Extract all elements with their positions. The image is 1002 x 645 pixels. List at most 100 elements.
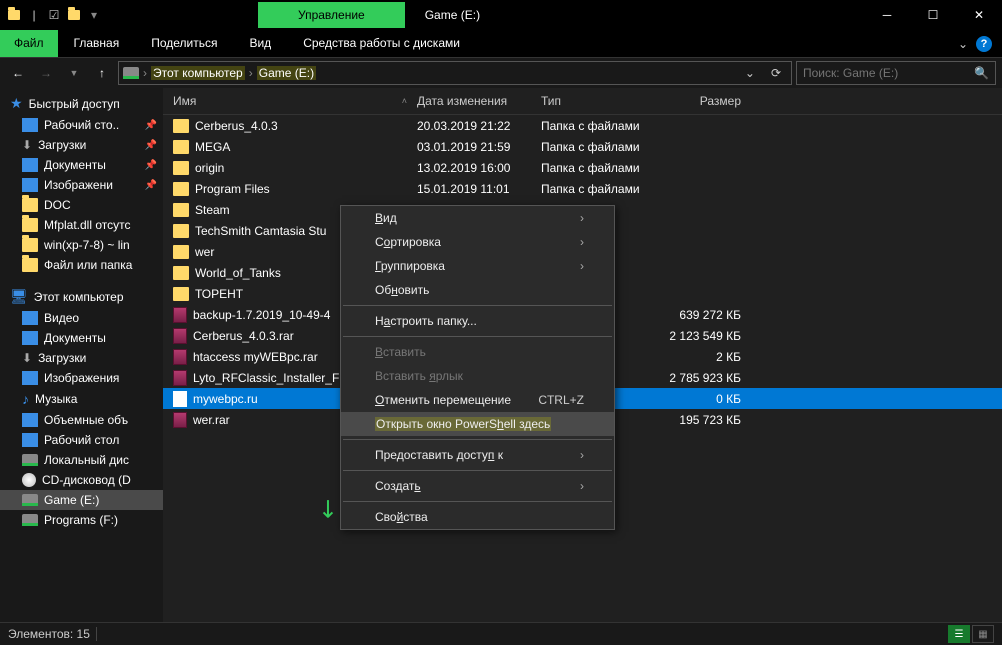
sidebar-item[interactable]: CD-дисковод (D (0, 470, 163, 490)
sidebar-item[interactable]: Изображени📌 (0, 175, 163, 195)
file-date: 13.02.2019 16:00 (417, 161, 541, 175)
forward-button[interactable]: → (34, 61, 58, 85)
sidebar-item[interactable]: Изображения (0, 368, 163, 388)
recent-locations[interactable]: ▼ (62, 61, 86, 85)
folder-icon (173, 140, 189, 154)
file-row[interactable]: Program Files 15.01.2019 11:01 Папка с ф… (163, 178, 1002, 199)
file-size: 195 723 КБ (661, 413, 741, 427)
context-menu-item[interactable]: Обновить (341, 278, 614, 302)
column-size[interactable]: Размер (661, 94, 741, 108)
sidebar-item[interactable]: Рабочий сто..📌 (0, 115, 163, 135)
sidebar-item-label: Локальный дис (44, 453, 129, 467)
sidebar-item[interactable]: ⬇Загрузки (0, 348, 163, 368)
chevron-right-icon: › (580, 211, 584, 225)
details-view-button[interactable]: ☰ (948, 625, 970, 643)
search-input[interactable] (803, 66, 974, 80)
context-menu-item[interactable]: Группировка › (341, 254, 614, 278)
breadcrumb-current[interactable]: Game (E:) (257, 66, 316, 80)
column-type[interactable]: Тип (541, 94, 661, 108)
menu-separator (343, 305, 612, 306)
context-menu: Вид › Сортировка › Группировка › Обновит… (340, 205, 615, 530)
chevron-right-icon[interactable]: › (143, 66, 147, 80)
sidebar-item[interactable]: ⬇Загрузки📌 (0, 135, 163, 155)
context-menu-item[interactable]: Вид › (341, 206, 614, 230)
sidebar-item[interactable]: Документы (0, 328, 163, 348)
sidebar-quick-access[interactable]: ★ Быстрый доступ (0, 92, 163, 115)
sidebar-item[interactable]: Mfplat.dll отсутс (0, 215, 163, 235)
folder-icon (173, 245, 189, 259)
sidebar-item[interactable]: Programs (F:) (0, 510, 163, 530)
checkbox-icon[interactable]: ☑ (46, 7, 62, 23)
sidebar-item[interactable]: Объемные объ (0, 410, 163, 430)
breadcrumb-root[interactable]: Этот компьютер (151, 66, 245, 80)
folder-icon (22, 238, 38, 252)
navigation-pane[interactable]: ★ Быстрый доступ Рабочий сто..📌⬇Загрузки… (0, 88, 163, 622)
sidebar-item[interactable]: Документы📌 (0, 155, 163, 175)
sidebar-item-label: Game (E:) (44, 493, 99, 507)
context-menu-item[interactable]: Создать › (341, 474, 614, 498)
maximize-button[interactable]: ☐ (910, 0, 956, 30)
file-name: Cerberus_4.0.3 (195, 119, 278, 133)
context-menu-item[interactable]: Отменить перемещение CTRL+Z (341, 388, 614, 412)
tools-contextual-tab[interactable]: Управление (258, 2, 405, 28)
file-name: World_of_Tanks (195, 266, 281, 280)
column-name[interactable]: Имя˄ (163, 94, 417, 108)
address-bar[interactable]: › Этот компьютер › Game (E:) ⌄ ⟳ (118, 61, 792, 85)
minimize-button[interactable]: ─ (864, 0, 910, 30)
context-menu-item[interactable]: Сортировка › (341, 230, 614, 254)
file-row[interactable]: Cerberus_4.0.3 20.03.2019 21:22 Папка с … (163, 115, 1002, 136)
file-tab[interactable]: Файл (0, 30, 58, 57)
file-row[interactable]: origin 13.02.2019 16:00 Папка с файлами (163, 157, 1002, 178)
context-menu-item[interactable]: Свойства (341, 505, 614, 529)
context-menu-item[interactable]: Открыть окно PowerShell здесь (341, 412, 614, 436)
sidebar-item[interactable]: Локальный дис (0, 450, 163, 470)
status-bar: Элементов: 15 ☰ ▦ (0, 622, 1002, 645)
sidebar-this-pc[interactable]: 🖥 Этот компьютер (0, 285, 163, 308)
sidebar-item[interactable]: Рабочий стол (0, 430, 163, 450)
address-dropdown[interactable]: ⌄ (739, 66, 761, 80)
sidebar-item[interactable]: Game (E:) (0, 490, 163, 510)
chevron-down-icon[interactable]: ⌄ (958, 37, 968, 51)
ribbon-tab-view[interactable]: Вид (233, 30, 287, 57)
back-button[interactable]: ← (6, 61, 30, 85)
menu-item-label: Отменить перемещение (375, 393, 511, 407)
refresh-icon[interactable]: ⟳ (765, 66, 787, 80)
ribbon-tab-drivetools[interactable]: Средства работы с дисками (287, 30, 476, 57)
generic-icon (22, 158, 38, 172)
sidebar-item[interactable]: Файл или папка (0, 255, 163, 275)
chevron-right-icon[interactable]: › (249, 66, 253, 80)
help-icon[interactable]: ? (976, 36, 992, 52)
sidebar-item-label: CD-дисковод (D (42, 473, 131, 487)
generic-icon (22, 331, 38, 345)
context-menu-item[interactable]: Предоставить доступ к › (341, 443, 614, 467)
menu-item-label: Обновить (375, 283, 429, 297)
context-menu-item[interactable]: Настроить папку... (341, 309, 614, 333)
sidebar-item[interactable]: DOC (0, 195, 163, 215)
close-button[interactable]: ✕ (956, 0, 1002, 30)
context-menu-item: Вставить (341, 340, 614, 364)
sidebar-item[interactable]: Видео (0, 308, 163, 328)
column-headers: Имя˄ Дата изменения Тип Размер (163, 88, 1002, 115)
icons-view-button[interactable]: ▦ (972, 625, 994, 643)
sidebar-item[interactable]: win(xp-7-8) ~ lin (0, 235, 163, 255)
drive-icon (22, 514, 38, 526)
folder-icon (173, 287, 189, 301)
ribbon-tab-home[interactable]: Главная (58, 30, 136, 57)
up-button[interactable]: ↑ (90, 61, 114, 85)
file-name: wer (195, 245, 214, 259)
search-box[interactable]: 🔍 (796, 61, 996, 85)
sidebar-item-label: Документы (44, 331, 106, 345)
sidebar-item-label: Изображени (44, 178, 113, 192)
sidebar-item-label: Файл или папка (44, 258, 132, 272)
cd-icon (22, 473, 36, 487)
file-type: Папка с файлами (541, 119, 661, 133)
ribbon-tab-share[interactable]: Поделиться (135, 30, 233, 57)
qa-overflow[interactable]: ▾ (86, 7, 102, 23)
file-row[interactable]: MEGA 03.01.2019 21:59 Папка с файлами (163, 136, 1002, 157)
column-date[interactable]: Дата изменения (417, 94, 541, 108)
search-icon[interactable]: 🔍 (974, 66, 989, 80)
folder-icon (22, 258, 38, 272)
sidebar-item[interactable]: ♪Музыка (0, 388, 163, 410)
drive-icon (22, 454, 38, 466)
menu-separator (343, 470, 612, 471)
